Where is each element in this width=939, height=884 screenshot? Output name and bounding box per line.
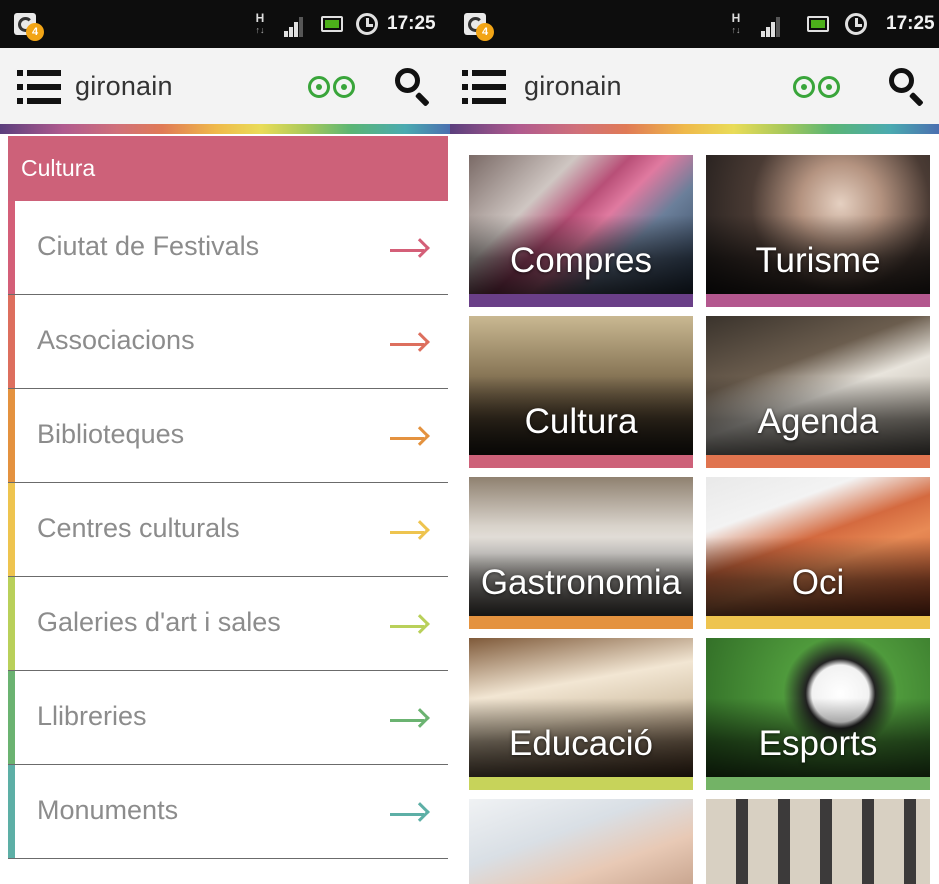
- tile-compres[interactable]: Compres: [469, 155, 693, 307]
- list-item-label: Centres culturals: [37, 513, 240, 543]
- battery-icon: [807, 16, 829, 32]
- tile-label: Educació: [509, 724, 653, 763]
- search-icon[interactable]: [393, 66, 433, 107]
- data-hspa-icon: H ↑↓: [731, 11, 741, 35]
- list-item-label: Llibreries: [37, 701, 147, 731]
- tile-label: Turisme: [755, 241, 881, 280]
- menu-list-icon[interactable]: [17, 70, 61, 104]
- data-hspa-icon: H ↑↓: [255, 11, 265, 35]
- category-color-stripe: [8, 201, 15, 294]
- category-color-stripe: [8, 577, 15, 670]
- arrow-right-icon: [390, 614, 430, 639]
- list-item-label: Galeries d'art i sales: [37, 607, 281, 637]
- search-icon[interactable]: [887, 66, 927, 107]
- tile-extra-9[interactable]: [706, 799, 930, 884]
- clock: 17:25: [886, 13, 935, 34]
- category-header: Cultura: [8, 136, 448, 201]
- eyes-icon[interactable]: [308, 76, 356, 100]
- status-bar: 4 H ↑↓ 17:25: [0, 0, 450, 48]
- list-item[interactable]: Monuments: [8, 765, 448, 859]
- tile-gastronomia[interactable]: Gastronomia: [469, 477, 693, 629]
- notification-count: 4: [26, 23, 44, 41]
- tile-agenda[interactable]: Agenda: [706, 316, 930, 468]
- tile-color-bar: [469, 616, 693, 629]
- list-item[interactable]: Llibreries: [8, 671, 448, 765]
- app-bar: gironain: [450, 48, 939, 124]
- tile-color-bar: [706, 777, 930, 790]
- submenu-list: Ciutat de Festivals Associacions Biblioteq…: [8, 201, 448, 859]
- tile-color-bar: [469, 777, 693, 790]
- home-screen: 4 H ↑↓ 17:25 gironain Compres Turisme Cultu…: [450, 0, 939, 884]
- signal-icon: [284, 17, 306, 37]
- app-title: gironain: [524, 71, 622, 101]
- arrow-right-icon: [390, 708, 430, 733]
- alarm-icon: [845, 13, 867, 35]
- list-item[interactable]: Galeries d'art i sales: [8, 577, 448, 671]
- app-bar: gironain: [0, 48, 450, 124]
- category-color-stripe: [8, 389, 15, 482]
- tile-label: Gastronomia: [480, 563, 682, 602]
- alarm-icon: [356, 13, 378, 35]
- tile-color-bar: [706, 294, 930, 307]
- list-item-label: Ciutat de Festivals: [37, 231, 260, 261]
- battery-icon: [321, 16, 343, 32]
- arrow-right-icon: [390, 426, 430, 451]
- tile-label: Esports: [758, 724, 878, 763]
- tile-color-bar: [469, 294, 693, 307]
- tile-color-bar: [706, 616, 930, 629]
- tile-oci[interactable]: Oci: [706, 477, 930, 629]
- tile-label: Agenda: [757, 402, 879, 441]
- clock: 17:25: [387, 13, 436, 34]
- eyes-icon[interactable]: [793, 76, 841, 100]
- tile-educaci[interactable]: Educació: [469, 638, 693, 790]
- list-item[interactable]: Centres culturals: [8, 483, 448, 577]
- tile-label: Cultura: [524, 402, 638, 441]
- notification-icon[interactable]: 4: [14, 11, 44, 41]
- tile-extra-8[interactable]: [469, 799, 693, 884]
- arrow-right-icon: [390, 238, 430, 263]
- status-bar: 4 H ↑↓ 17:25: [450, 0, 939, 48]
- rainbow-divider: [450, 124, 939, 134]
- list-item-label: Biblioteques: [37, 419, 185, 449]
- tile-esports[interactable]: Esports: [706, 638, 930, 790]
- category-color-stripe: [8, 483, 15, 576]
- list-item-label: Associacions: [37, 325, 195, 355]
- tile-color-bar: [706, 455, 930, 468]
- rainbow-divider: [0, 124, 450, 134]
- tile-label: Compres: [510, 241, 652, 280]
- notification-count: 4: [476, 23, 494, 41]
- building-photo: [706, 799, 930, 884]
- menu-list-icon[interactable]: [462, 70, 506, 104]
- category-color-stripe: [8, 765, 15, 858]
- menu-screen: 4 H ↑↓ 17:25 gironain Cultura Ciutat de F…: [0, 0, 450, 884]
- arrow-right-icon: [390, 802, 430, 827]
- notification-icon[interactable]: 4: [464, 11, 494, 41]
- app-title: gironain: [75, 71, 173, 101]
- tile-color-bar: [469, 455, 693, 468]
- tile-label: Oci: [791, 563, 845, 602]
- arrow-right-icon: [390, 332, 430, 357]
- list-item[interactable]: Ciutat de Festivals: [8, 201, 448, 295]
- category-color-stripe: [8, 295, 15, 388]
- list-item-label: Monuments: [37, 795, 179, 825]
- list-item[interactable]: Biblioteques: [8, 389, 448, 483]
- tile-cultura[interactable]: Cultura: [469, 316, 693, 468]
- arrow-right-icon: [390, 520, 430, 545]
- list-item[interactable]: Associacions: [8, 295, 448, 389]
- category-color-stripe: [8, 671, 15, 764]
- signal-icon: [761, 17, 783, 37]
- health-photo: [469, 799, 693, 884]
- tile-turisme[interactable]: Turisme: [706, 155, 930, 307]
